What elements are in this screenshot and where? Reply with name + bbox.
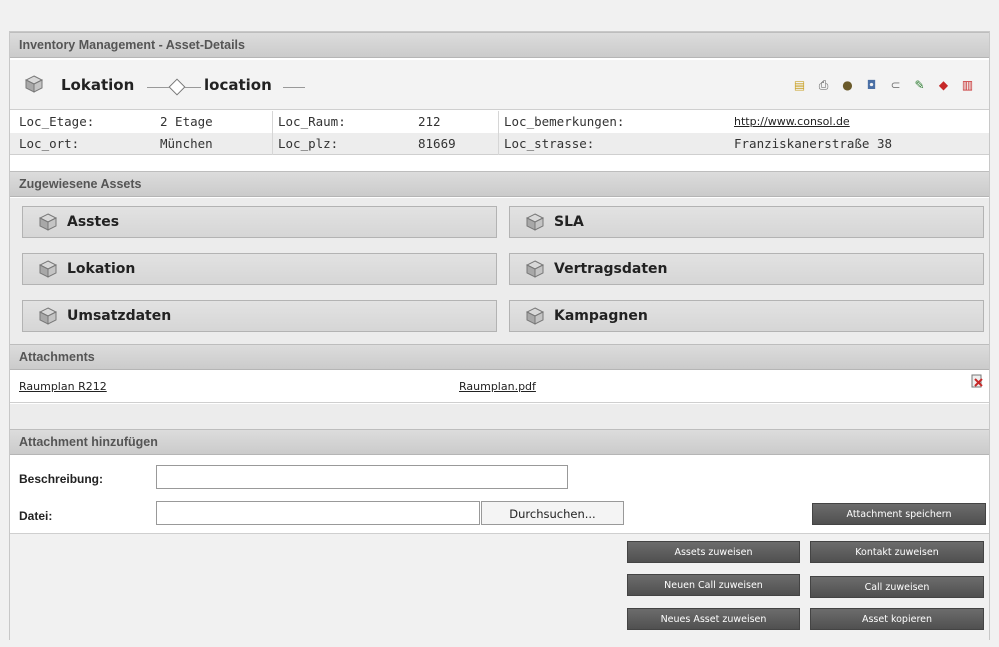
property-value: 2 Etage (160, 114, 213, 129)
property-label: Loc_Raum: (278, 114, 346, 129)
property-label: Loc_Etage: (19, 114, 95, 129)
asset-header: Lokation location ▤ ⎙ ● ◘ ⊂ ✎ ◆ ▥ (10, 60, 989, 110)
pin-icon[interactable]: ● (840, 76, 855, 93)
assigned-asset-label: Asstes (67, 214, 120, 230)
attachments-header: Attachments (10, 344, 989, 370)
property-label: Loc_plz: (278, 136, 339, 151)
file-path-input[interactable] (156, 501, 480, 525)
assigned-asset-sla-button[interactable]: SLA (509, 206, 984, 238)
print-icon[interactable]: ⎙ (816, 76, 831, 93)
delete-icon[interactable]: ◆ (936, 76, 951, 93)
section-title: Zugewiesene Assets (19, 177, 142, 191)
property-label: Loc_ort: (19, 136, 80, 151)
action-area: Assets zuweisen Kontakt zuweisen Neuen C… (10, 533, 989, 640)
save-attachment-button[interactable]: Attachment speichern (812, 503, 986, 525)
assign-contact-button[interactable]: Kontakt zuweisen (810, 541, 984, 563)
window-title: Inventory Management - Asset-Details (19, 38, 245, 52)
section-title: Attachment hinzufügen (19, 435, 158, 449)
cube-icon (526, 213, 544, 231)
section-title: Attachments (19, 350, 95, 364)
asset-name-label: location (204, 76, 272, 94)
assign-new-asset-button[interactable]: Neues Asset zuweisen (627, 608, 800, 630)
cube-icon (526, 307, 544, 325)
property-value: 81669 (418, 136, 456, 151)
column-divider (498, 111, 499, 155)
note-icon[interactable]: ▤ (792, 76, 807, 93)
assigned-asset-label: Lokation (67, 261, 136, 277)
property-label: Loc_strasse: (504, 136, 595, 151)
assign-new-call-button[interactable]: Neuen Call zuweisen (627, 574, 800, 596)
assigned-asset-vertragsdaten-button[interactable]: Vertragsdaten (509, 253, 984, 285)
cube-icon (39, 213, 57, 231)
assigned-assets-header: Zugewiesene Assets (10, 171, 989, 197)
description-label: Beschreibung: (19, 472, 104, 486)
edit-icon[interactable]: ✎ (912, 76, 927, 93)
browse-button[interactable]: Durchsuchen... (481, 501, 624, 525)
cube-icon (526, 260, 544, 278)
column-divider (272, 111, 273, 155)
window-title-bar: Inventory Management - Asset-Details (10, 32, 989, 58)
delete-attachment-icon[interactable] (969, 373, 985, 389)
property-row: Loc_ort: München Loc_plz: 81669 Loc_stra… (10, 133, 989, 155)
relation-line-right (283, 87, 305, 88)
assigned-asset-label: SLA (554, 214, 584, 230)
add-attachment-header: Attachment hinzufügen (10, 429, 989, 455)
asset-type-label: Lokation (61, 76, 135, 94)
relation-line-left (147, 87, 169, 88)
copy-asset-button[interactable]: Asset kopieren (810, 608, 984, 630)
assigned-asset-kampagnen-button[interactable]: Kampagnen (509, 300, 984, 332)
relation-diamond-icon (168, 78, 186, 96)
assigned-asset-lokation-button[interactable]: Lokation (22, 253, 497, 285)
assign-call-button[interactable]: Call zuweisen (810, 576, 984, 598)
assigned-asset-label: Kampagnen (554, 308, 648, 324)
property-value: Franziskanerstraße 38 (734, 136, 893, 151)
paperclip-icon[interactable]: ⊂ (888, 76, 903, 93)
assigned-asset-label: Umsatzdaten (67, 308, 172, 324)
spacer (10, 404, 989, 429)
file-label: Datei: (19, 509, 53, 523)
property-value: München (160, 136, 213, 151)
attachment-description-link[interactable]: Raumplan R212 (19, 380, 107, 393)
description-input[interactable] (156, 465, 568, 489)
website-link[interactable]: http://www.consol.de (734, 115, 850, 128)
assigned-asset-asstes-button[interactable]: Asstes (22, 206, 497, 238)
assign-assets-button[interactable]: Assets zuweisen (627, 541, 800, 563)
assigned-asset-label: Vertragsdaten (554, 261, 668, 277)
cube-icon (39, 307, 57, 325)
asset-details-panel: Inventory Management - Asset-Details Lok… (9, 31, 990, 640)
add-attachment-form: Beschreibung: Datei: Durchsuchen... Atta… (10, 455, 989, 533)
attachment-file-link[interactable]: Raumplan.pdf (459, 380, 536, 393)
cube-icon (39, 260, 57, 278)
property-label: Loc_bemerkungen: (504, 114, 625, 129)
asset-toolbar: ▤ ⎙ ● ◘ ⊂ ✎ ◆ ▥ (792, 76, 975, 93)
property-row: Loc_Etage: 2 Etage Loc_Raum: 212 Loc_bem… (10, 111, 989, 133)
relation-line-mid (185, 87, 201, 88)
property-value: 212 (418, 114, 441, 129)
cube-icon (25, 75, 43, 93)
attachment-row: Raumplan R212 Raumplan.pdf (10, 371, 989, 403)
copy-icon[interactable]: ◘ (864, 76, 879, 93)
assigned-asset-umsatzdaten-button[interactable]: Umsatzdaten (22, 300, 497, 332)
pdf-icon[interactable]: ▥ (960, 76, 975, 93)
